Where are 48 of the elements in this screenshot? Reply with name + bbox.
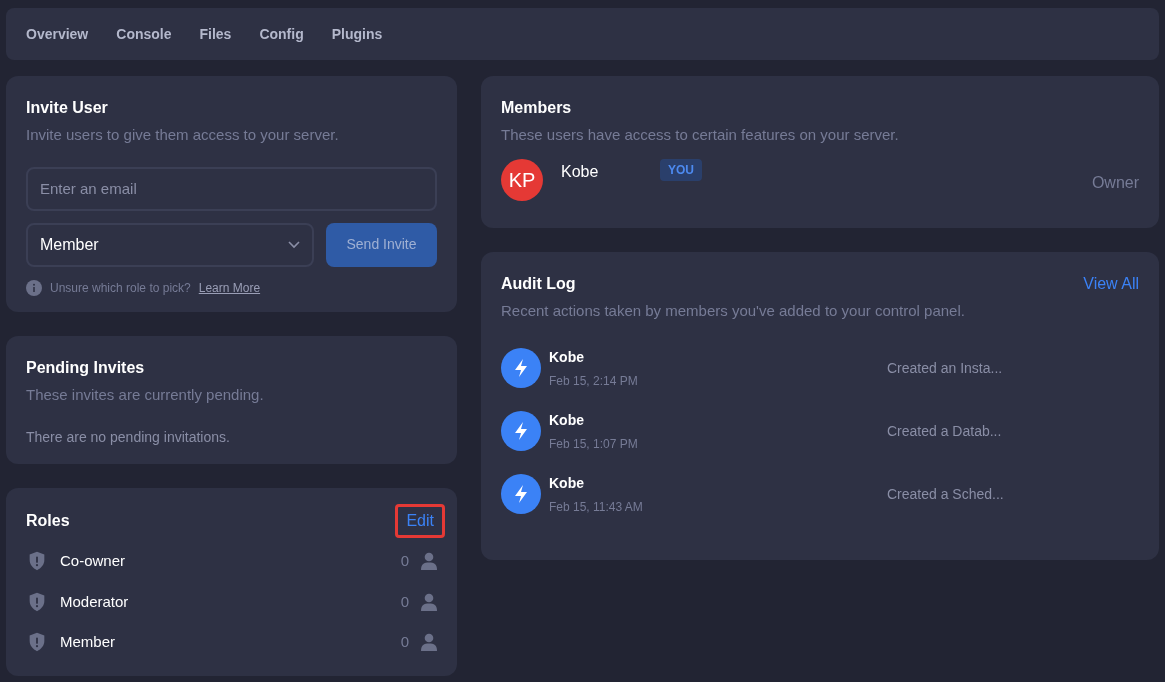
timestamp: Feb 15, 11:43 AM — [549, 498, 644, 516]
role-name: Co-owner — [60, 551, 127, 571]
card-subtitle: Invite users to give them access to your server. — [26, 125, 340, 145]
card-subtitle: These users have access to certain features on your server. — [501, 125, 900, 145]
learn-more-link[interactable]: Learn More — [198, 278, 261, 297]
actor-name: Kobe — [549, 473, 585, 493]
role-name: Moderator — [60, 591, 130, 612]
action-text: Created a Sched... — [887, 484, 1004, 504]
view-all-link[interactable]: View All — [1083, 272, 1139, 296]
member-role: Owner — [1091, 172, 1139, 193]
lightning-icon — [501, 411, 541, 451]
lightning-icon — [501, 348, 541, 388]
timestamp: Feb 15, 2:14 PM — [549, 372, 639, 390]
member-count: 0 — [400, 632, 409, 652]
card-subtitle: Recent actions taken by members you've added to your control panel. — [501, 301, 966, 321]
you-badge: YOU — [660, 158, 702, 181]
member-count: 0 — [400, 551, 409, 571]
nav-tab[interactable]: Files — [199, 23, 232, 45]
email-field[interactable]: Enter an email — [26, 166, 437, 211]
action-text: Created an Insta... — [887, 358, 1003, 378]
chevron-down-icon — [288, 240, 300, 249]
info-icon — [26, 279, 42, 296]
nav-tab[interactable]: Console — [116, 23, 172, 45]
nav-tab[interactable]: Config — [259, 23, 304, 45]
role-select[interactable]: Member — [26, 222, 314, 267]
hint-text: Unsure which role to pick? — [50, 279, 191, 297]
person-icon — [421, 552, 437, 571]
card-title: Invite User — [26, 98, 109, 118]
edit-link[interactable]: Edit — [395, 504, 445, 538]
person-icon — [421, 633, 437, 652]
member-name: Kobe — [561, 161, 600, 182]
lightning-icon — [501, 474, 541, 514]
member-count: 0 — [400, 591, 409, 612]
card-title: Pending Invites — [26, 358, 146, 378]
nav-tab[interactable]: Overview — [26, 23, 89, 45]
timestamp: Feb 15, 1:07 PM — [549, 435, 639, 453]
card-title: Audit Log — [501, 274, 576, 294]
empty-message: There are no pending invitations. — [26, 427, 231, 447]
card-title: Members — [501, 98, 573, 118]
role-name: Member — [60, 632, 116, 652]
person-icon — [421, 592, 437, 611]
avatar: KP — [501, 158, 543, 201]
actor-name: Kobe — [549, 347, 585, 367]
action-text: Created a Datab... — [887, 421, 1002, 441]
card-subtitle: These invites are currently pending. — [26, 385, 265, 405]
card-title: Roles — [26, 511, 70, 531]
actor-name: Kobe — [549, 410, 585, 430]
nav-tab[interactable]: Plugins — [331, 23, 383, 45]
